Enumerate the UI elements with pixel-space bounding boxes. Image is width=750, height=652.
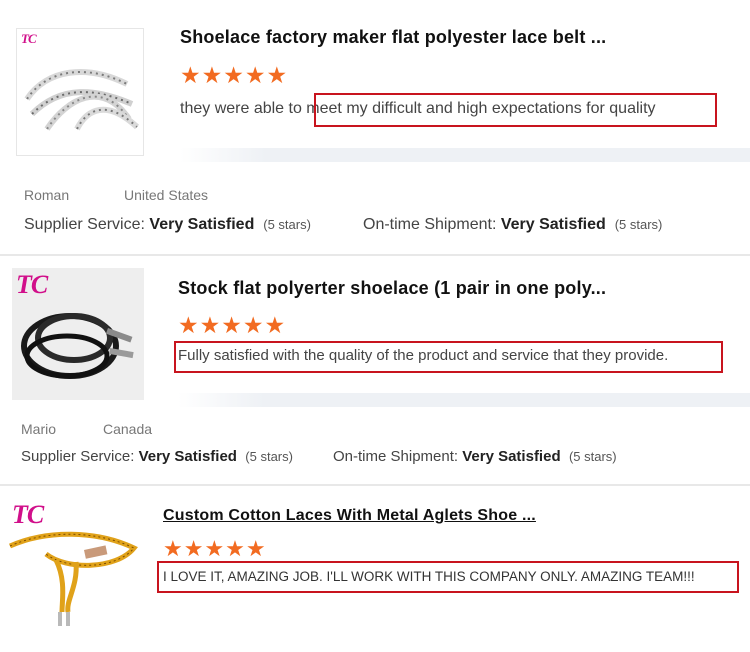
rating-stars: ★★★★★: [180, 62, 289, 88]
supplier-service-rating: Supplier Service: Very Satisfied (5 star…: [21, 448, 293, 465]
shipment-rating: On-time Shipment: Very Satisfied (5 star…: [333, 448, 617, 465]
product-title-link[interactable]: Custom Cotton Laces With Metal Aglets Sh…: [163, 507, 536, 525]
supplier-service-value: Very Satisfied: [149, 216, 255, 233]
shipment-label: On-time Shipment:: [363, 216, 497, 233]
supplier-service-stars: (5 stars): [263, 217, 311, 232]
brand-logo: TC: [16, 270, 48, 299]
brand-logo: TC: [21, 31, 37, 46]
shipment-rating: On-time Shipment: Very Satisfied (5 star…: [363, 216, 662, 234]
supplier-service-label: Supplier Service:: [24, 216, 145, 233]
shipment-stars: (5 stars): [568, 449, 617, 464]
card-footer-band: [178, 393, 750, 407]
shipment-stars: (5 stars): [614, 217, 663, 232]
rating-stars: ★★★★★: [178, 312, 287, 338]
shipment-label: On-time Shipment:: [333, 448, 459, 465]
reviewer-country: Canada: [103, 421, 153, 437]
reviewer-name: Roman: [24, 187, 70, 203]
product-title[interactable]: Stock flat polyerter shoelace (1 pair in…: [178, 278, 606, 299]
product-thumbnail[interactable]: TC: [12, 268, 144, 400]
highlight-box: [157, 561, 739, 593]
supplier-service-rating: Supplier Service: Very Satisfied (5 star…: [24, 216, 311, 234]
highlight-box: [174, 341, 723, 373]
supplier-service-stars: (5 stars): [245, 449, 293, 464]
supplier-service-label: Supplier Service:: [21, 448, 135, 465]
shipment-value: Very Satisfied: [500, 216, 606, 233]
review-text-prefix: they were able to: [180, 100, 307, 117]
card-footer-band: [180, 148, 750, 162]
product-title[interactable]: Shoelace factory maker flat polyester la…: [180, 27, 606, 48]
shipment-value: Very Satisfied: [462, 448, 561, 465]
supplier-service-value: Very Satisfied: [138, 448, 237, 465]
product-thumbnail[interactable]: TC: [6, 500, 142, 628]
highlight-box: [314, 93, 717, 127]
divider: [0, 254, 750, 256]
rating-stars: ★★★★★: [163, 536, 267, 561]
divider: [0, 484, 750, 486]
reviewer-name: Mario: [21, 421, 57, 437]
brand-logo: TC: [12, 500, 44, 529]
product-thumbnail[interactable]: TC: [16, 28, 144, 156]
reviewer-country: United States: [124, 187, 209, 203]
shoelace-image: [24, 69, 140, 131]
